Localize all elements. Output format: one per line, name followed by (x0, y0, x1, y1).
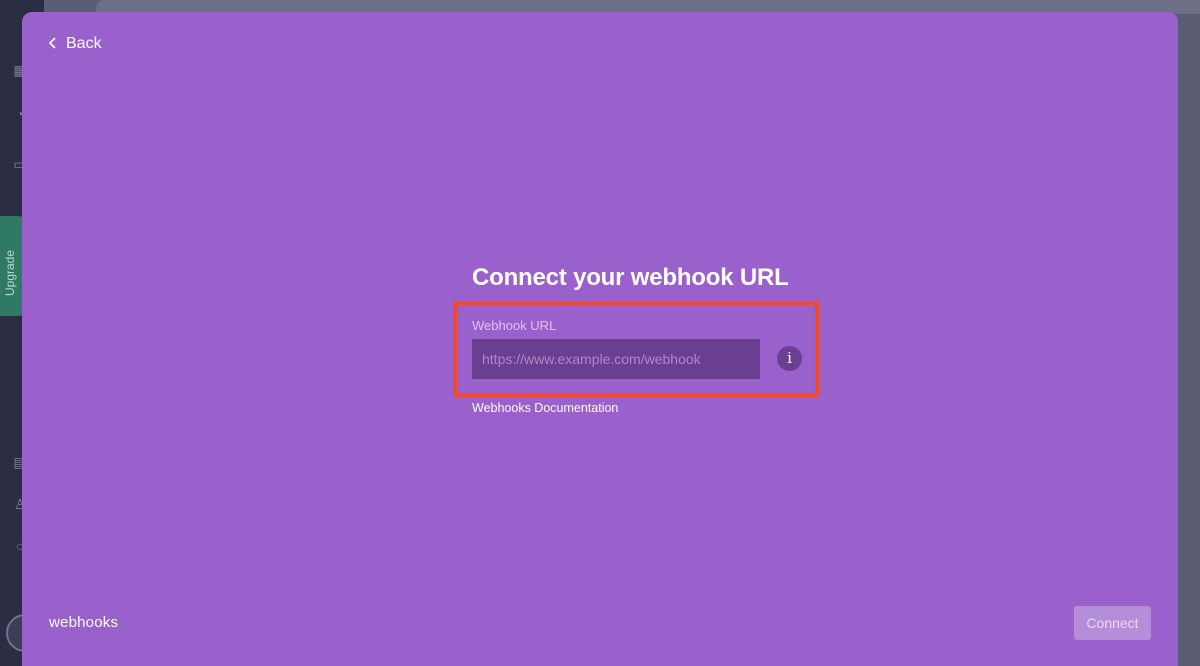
webhook-url-input[interactable] (472, 339, 760, 379)
back-label: Back (66, 35, 102, 52)
connect-button[interactable]: Connect (1074, 606, 1151, 640)
info-icon[interactable]: i (777, 346, 802, 371)
webhook-url-label: Webhook URL (472, 318, 557, 333)
webhooks-logo: webhooks (49, 614, 119, 631)
page-title: Connect your webhook URL (472, 264, 789, 291)
chevron-left-icon (48, 36, 62, 52)
upgrade-label: Upgrade (3, 249, 17, 296)
webhooks-documentation-link[interactable]: Webhooks Documentation (472, 401, 618, 415)
back-button[interactable]: Back (48, 34, 102, 54)
webhook-modal: Back Connect your webhook URL Webhook UR… (22, 12, 1178, 666)
